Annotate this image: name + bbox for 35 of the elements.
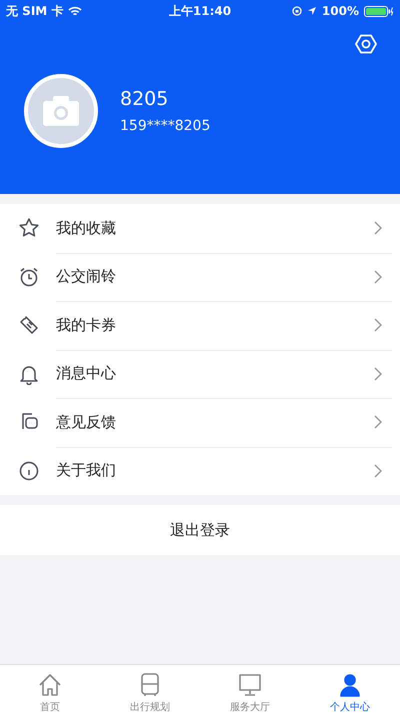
- carrier-text: 无 SIM 卡: [6, 2, 64, 20]
- rotation-lock-icon: [292, 6, 302, 16]
- menu-item[interactable]: 消息中心: [0, 350, 400, 398]
- menu-item[interactable]: 我的卡券: [0, 301, 400, 350]
- chevron-right-icon: [374, 221, 382, 236]
- tab-item[interactable]: 出行规划: [100, 665, 200, 720]
- camera-icon: [41, 95, 81, 127]
- location-arrow-icon: [306, 6, 317, 16]
- tab-item[interactable]: 首页: [0, 665, 100, 720]
- star-icon: [18, 217, 40, 240]
- person-icon: [337, 672, 363, 698]
- menu-item[interactable]: 公交闹铃: [0, 252, 400, 301]
- chevron-right-icon: [374, 415, 382, 430]
- battery-icon: [364, 6, 394, 16]
- chevron-right-icon: [374, 318, 382, 332]
- tab-item[interactable]: 个人中心: [300, 665, 400, 720]
- chevron-right-icon: [374, 464, 382, 478]
- status-time: 上午11:40: [168, 2, 232, 20]
- settings-icon[interactable]: [354, 32, 378, 56]
- chevron-right-icon: [374, 270, 382, 284]
- menu-item[interactable]: 意见反馈: [0, 398, 400, 446]
- monitor-icon: [237, 672, 263, 698]
- tab-item[interactable]: 服务大厅: [200, 665, 300, 720]
- battery-text: 100%: [322, 4, 359, 18]
- info-icon: [18, 460, 40, 482]
- alarm-clock-icon: [18, 266, 40, 288]
- logout-button[interactable]: 退出登录: [0, 505, 400, 555]
- user-name: 8205: [120, 88, 170, 110]
- menu-item[interactable]: 我的收藏: [0, 204, 400, 252]
- menu-item[interactable]: 关于我们: [0, 446, 400, 495]
- wifi-icon: [68, 6, 82, 16]
- phone-number: 159****8205: [120, 118, 210, 134]
- chevron-right-icon: [374, 366, 382, 381]
- home-icon: [37, 672, 63, 698]
- ticket-icon: [18, 314, 40, 336]
